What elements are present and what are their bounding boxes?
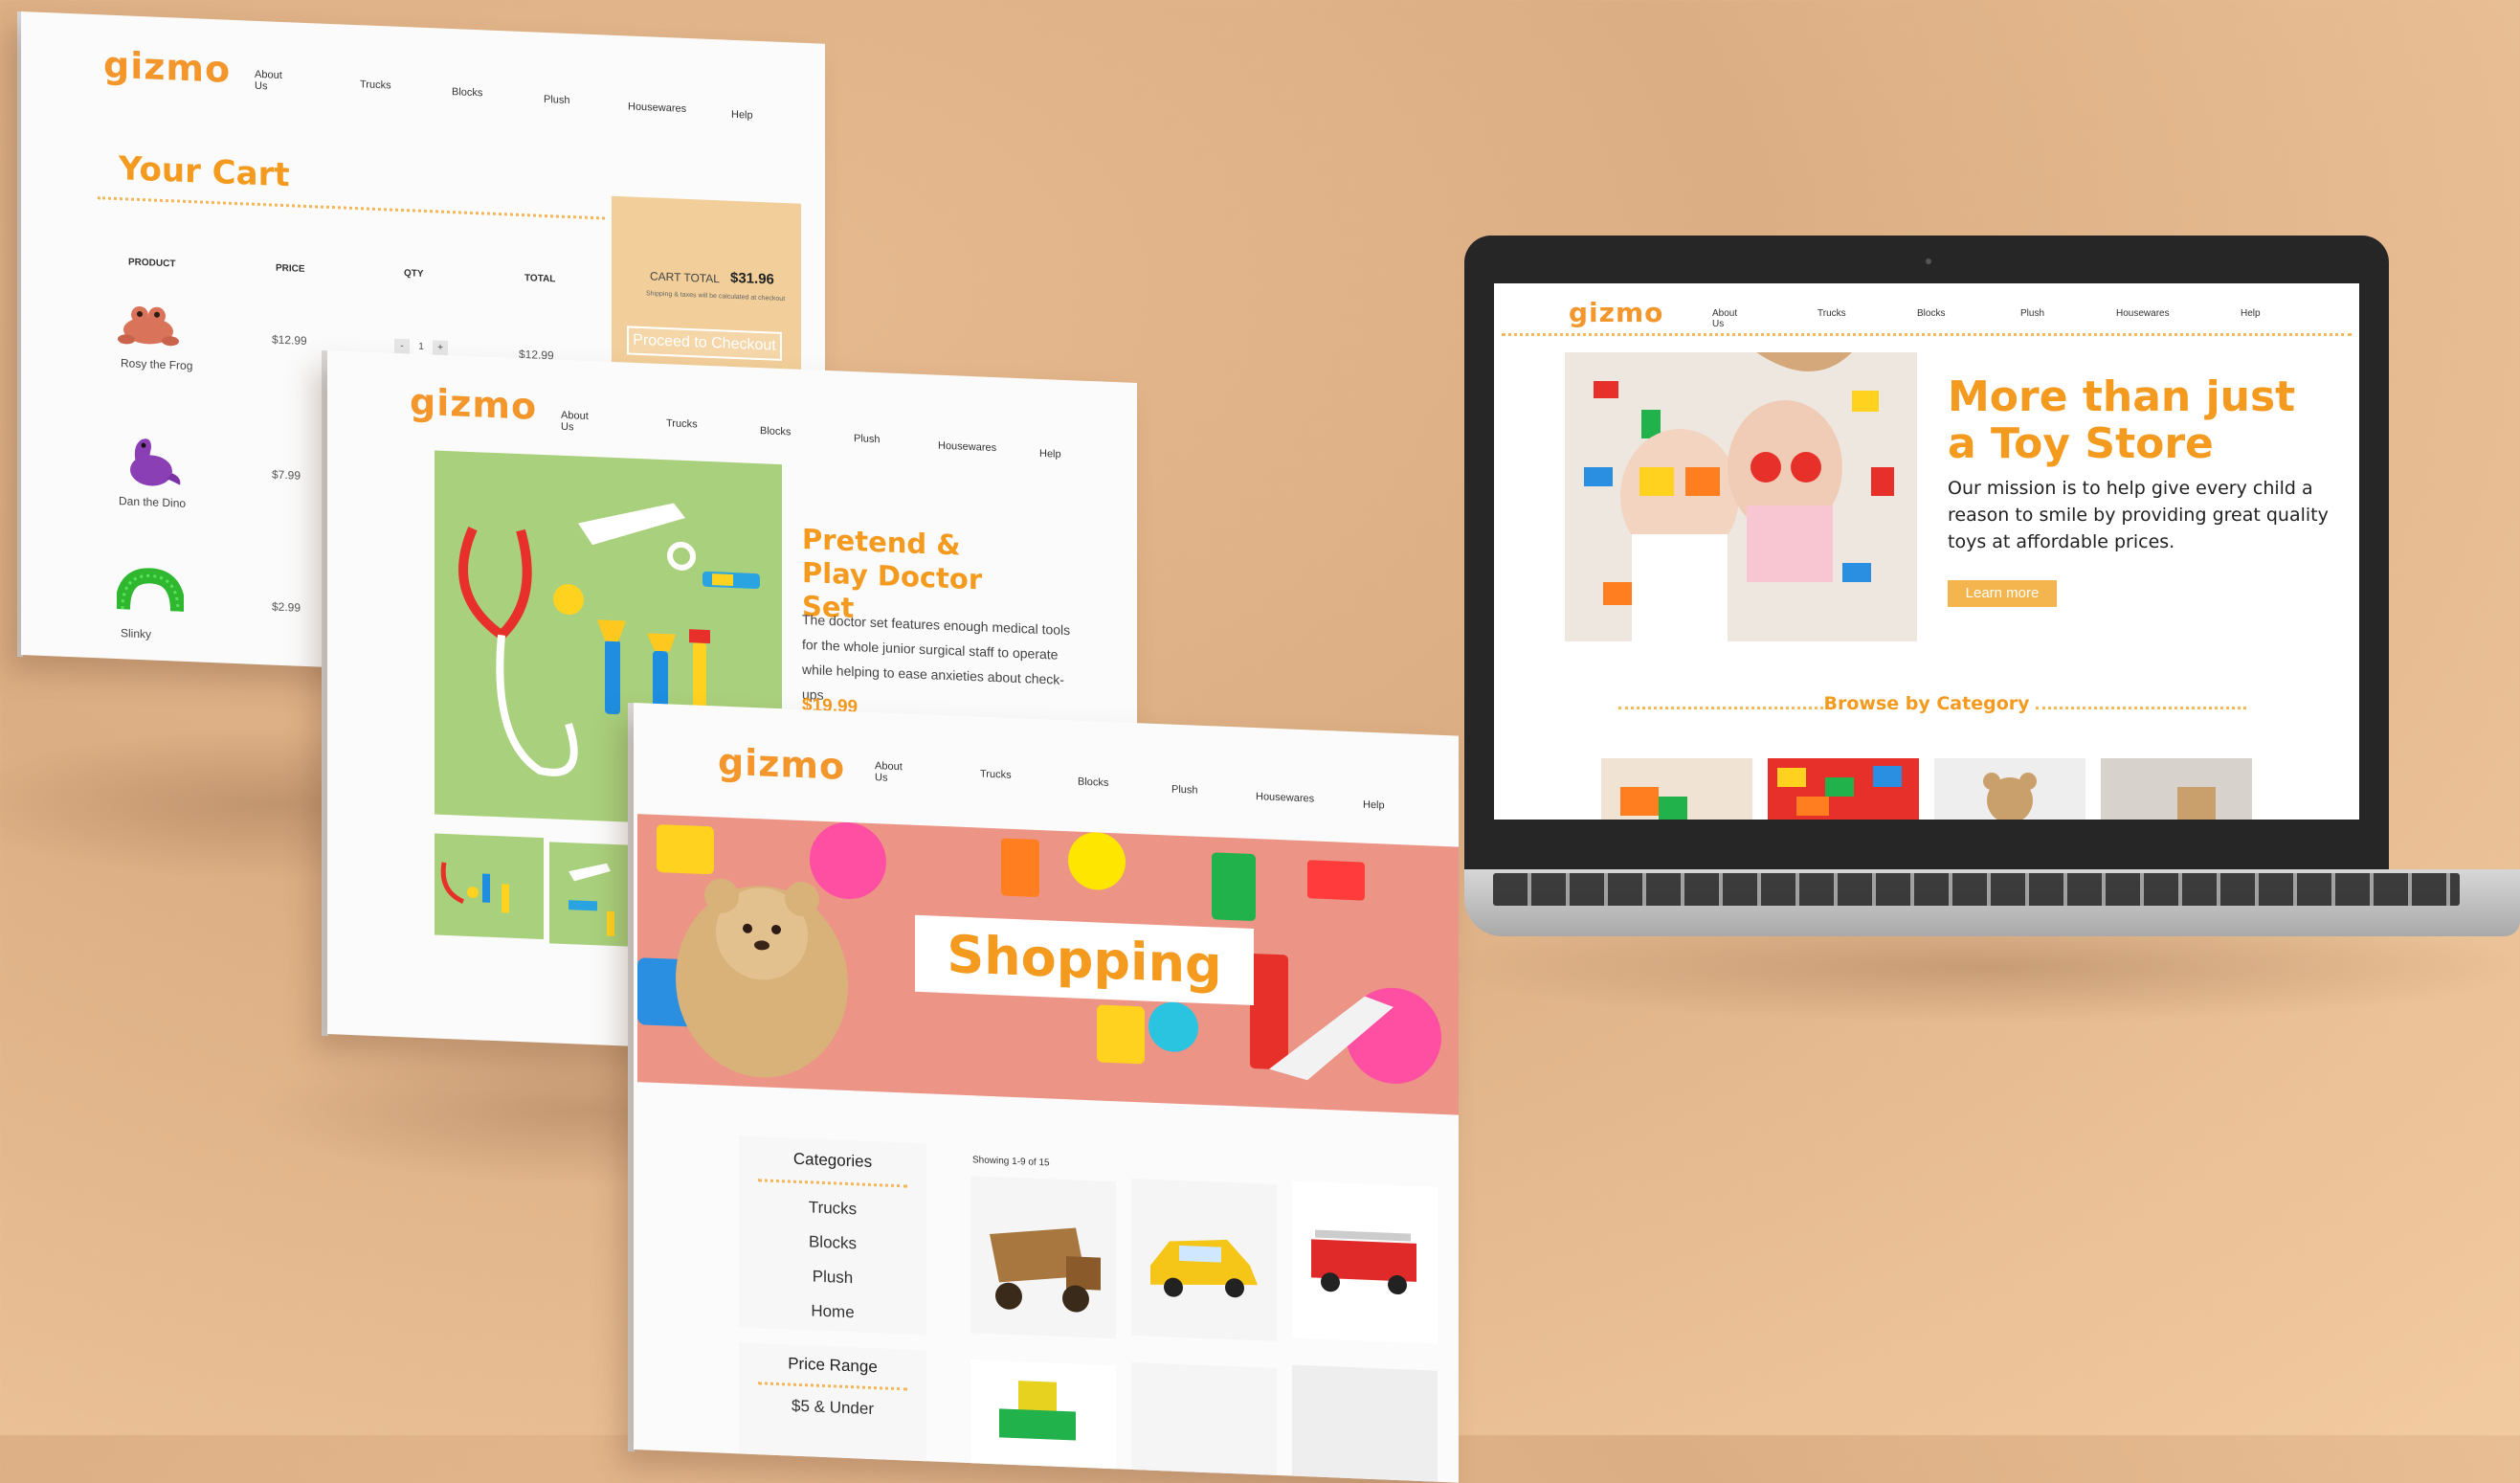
thumbnail-1[interactable] xyxy=(435,833,544,940)
price-range-option[interactable]: $5 & Under xyxy=(739,1394,926,1421)
title-divider xyxy=(98,196,605,220)
dino-toy-image[interactable] xyxy=(117,427,184,497)
browse-heading: Browse by Category xyxy=(1823,693,2030,714)
product-tile-5[interactable] xyxy=(1131,1361,1277,1483)
item-name[interactable]: Slinky xyxy=(121,626,151,640)
product-tile-dump-truck[interactable] xyxy=(970,1176,1116,1339)
price-divider xyxy=(758,1382,907,1391)
item-name[interactable]: Dan the Dino xyxy=(119,494,186,510)
nav-about-us[interactable]: About Us xyxy=(875,760,903,784)
webcam-icon xyxy=(1926,258,1931,264)
col-product: PRODUCT xyxy=(128,257,176,270)
product-tile-fire-truck[interactable] xyxy=(1292,1180,1438,1344)
nav-trucks[interactable]: Trucks xyxy=(1818,308,1846,319)
nav-blocks[interactable]: Blocks xyxy=(452,86,482,99)
checkout-button[interactable]: Proceed to Checkout xyxy=(627,326,782,361)
item-name[interactable]: Rosy the Frog xyxy=(121,356,192,372)
hero-title: Shopping xyxy=(915,914,1254,1006)
shipping-note: Shipping & taxes will be calculated at c… xyxy=(646,290,786,303)
categories-divider xyxy=(758,1179,907,1188)
qty-decrease-button[interactable]: - xyxy=(394,338,410,355)
col-price: PRICE xyxy=(276,262,305,275)
product-tile-taxi[interactable] xyxy=(1131,1178,1277,1341)
categories-title: Categories xyxy=(792,1149,873,1172)
kids-playing-image xyxy=(1565,352,1917,641)
gizmo-logo[interactable]: gizmo xyxy=(103,43,231,90)
nav-housewares[interactable]: Housewares xyxy=(938,440,996,454)
learn-more-button[interactable]: Learn more xyxy=(1948,580,2057,607)
nav-trucks[interactable]: Trucks xyxy=(666,417,698,430)
nav-help[interactable]: Help xyxy=(1363,799,1385,812)
cart-total-label: CART TOTAL xyxy=(650,269,720,286)
nav-trucks[interactable]: Trucks xyxy=(360,79,391,91)
nav-plush[interactable]: Plush xyxy=(544,94,570,106)
category-card-trucks[interactable] xyxy=(1601,758,1752,820)
nav-blocks[interactable]: Blocks xyxy=(760,425,791,438)
home-headline: More than just a Toy Store xyxy=(1948,372,2296,468)
gizmo-logo[interactable]: gizmo xyxy=(718,741,845,788)
category-home[interactable]: Home xyxy=(739,1298,926,1325)
col-qty: QTY xyxy=(404,268,424,280)
shopping-hero-banner: Shopping xyxy=(637,814,1459,1115)
frog-toy-image[interactable] xyxy=(115,299,182,349)
item-price: $2.99 xyxy=(272,599,301,615)
nav-housewares[interactable]: Housewares xyxy=(2116,308,2170,319)
product-tile-bulldozer[interactable] xyxy=(970,1359,1116,1483)
qty-increase-button[interactable]: + xyxy=(433,340,448,356)
col-total: TOTAL xyxy=(524,273,556,285)
nav-help[interactable]: Help xyxy=(731,109,753,122)
cart-total-value: $31.96 xyxy=(730,269,774,288)
nav-housewares[interactable]: Housewares xyxy=(628,101,686,114)
slinky-toy-image[interactable] xyxy=(117,565,184,619)
nav-about-us[interactable]: About Us xyxy=(255,69,282,93)
home-page: gizmo About Us Trucks Blocks Plush House… xyxy=(1494,283,2359,820)
nav-help[interactable]: Help xyxy=(1039,448,1061,461)
nav-trucks[interactable]: Trucks xyxy=(980,769,1012,781)
nav-housewares[interactable]: Housewares xyxy=(1256,791,1314,804)
results-count: Showing 1-9 of 15 xyxy=(972,1155,1050,1169)
header-divider xyxy=(1502,333,2352,336)
nav-help[interactable]: Help xyxy=(2241,308,2261,319)
qty-value[interactable]: 1 xyxy=(413,339,429,356)
category-card-plush[interactable] xyxy=(1934,758,2085,820)
price-range-title: Price Range xyxy=(788,1354,878,1377)
nav-plush[interactable]: Plush xyxy=(854,433,881,445)
gizmo-logo[interactable]: gizmo xyxy=(1569,297,1663,328)
category-card-blocks[interactable] xyxy=(1768,758,1919,820)
mission-statement: Our mission is to help give every child … xyxy=(1948,478,2329,552)
nav-blocks[interactable]: Blocks xyxy=(1917,308,1945,319)
price-range-panel: Price Range $5 & Under xyxy=(739,1342,926,1483)
category-card-housewares[interactable] xyxy=(2101,758,2252,820)
item-price: $7.99 xyxy=(272,467,301,483)
categories-panel: Categories Trucks Blocks Plush Home xyxy=(739,1135,926,1336)
nav-blocks[interactable]: Blocks xyxy=(1078,776,1108,789)
browse-divider-right xyxy=(2036,707,2246,709)
shopping-page: gizmo About Us Trucks Blocks Plush House… xyxy=(634,703,1459,1483)
product-tile-6[interactable] xyxy=(1292,1364,1438,1483)
item-price: $12.99 xyxy=(272,332,307,348)
laptop-keyboard xyxy=(1493,873,2460,906)
category-plush[interactable]: Plush xyxy=(739,1264,926,1291)
category-trucks[interactable]: Trucks xyxy=(739,1195,926,1222)
cart-title: Your Cart xyxy=(119,149,290,195)
category-blocks[interactable]: Blocks xyxy=(739,1229,926,1256)
nav-plush[interactable]: Plush xyxy=(1171,784,1198,797)
nav-plush[interactable]: Plush xyxy=(2020,308,2044,319)
nav-about-us[interactable]: About Us xyxy=(1712,308,1737,329)
nav-about-us[interactable]: About Us xyxy=(561,410,589,434)
gizmo-logo[interactable]: gizmo xyxy=(410,380,537,427)
